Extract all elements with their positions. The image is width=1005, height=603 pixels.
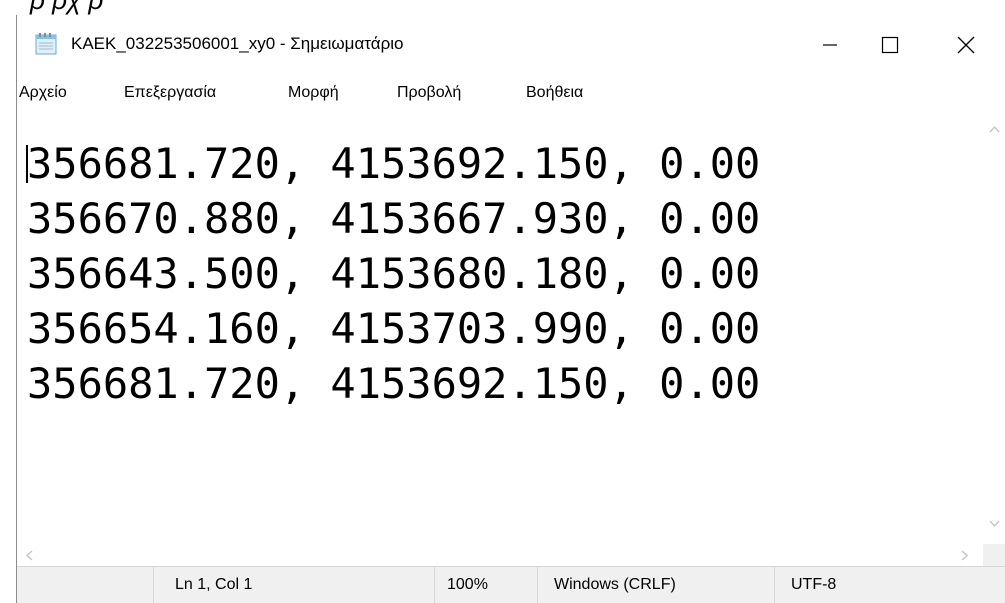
status-line-ending: Windows (CRLF)	[554, 576, 676, 593]
status-cursor-position: Ln 1, Col 1	[175, 576, 253, 593]
notepad-icon	[35, 33, 57, 55]
scroll-right-arrow-icon[interactable]	[961, 550, 969, 561]
vertical-scrollbar[interactable]	[983, 111, 1005, 544]
editor-line: 356681.720, 4153692.150, 0.00	[27, 359, 761, 408]
status-divider	[153, 567, 154, 603]
menu-help[interactable]: Βοήθεια	[526, 84, 583, 102]
horizontal-scrollbar[interactable]	[17, 544, 983, 566]
scroll-down-arrow-icon[interactable]	[989, 520, 1000, 528]
notepad-window: KAEK_032253506001_xy0 - Σημειωματάριο Αρ…	[16, 15, 1005, 603]
maximize-button[interactable]	[851, 15, 929, 75]
scroll-left-arrow-icon[interactable]	[25, 550, 33, 561]
editor-line: 356654.160, 4153703.990, 0.00	[27, 304, 761, 353]
menu-file[interactable]: Αρχείο	[19, 84, 67, 102]
close-button[interactable]	[927, 15, 1005, 75]
background-page-text: ρ ρχ ρ	[30, 0, 104, 15]
menu-bar: Αρχείο Επεξεργασία Μορφή Προβολή Βοήθεια	[17, 75, 1005, 111]
editor-line: 356681.720, 4153692.150, 0.00	[27, 139, 761, 188]
editor-line: 356643.500, 4153680.180, 0.00	[27, 249, 761, 298]
text-editor-area[interactable]: 356681.720, 4153692.150, 0.00 356670.880…	[17, 111, 983, 544]
status-zoom: 100%	[447, 576, 488, 593]
status-encoding: UTF-8	[791, 576, 837, 593]
menu-view[interactable]: Προβολή	[397, 84, 461, 102]
scroll-up-arrow-icon[interactable]	[989, 125, 1000, 133]
menu-edit[interactable]: Επεξεργασία	[124, 84, 216, 102]
status-divider	[434, 567, 435, 603]
maximize-icon	[881, 36, 899, 54]
close-icon	[957, 36, 975, 54]
minimize-icon	[823, 44, 837, 46]
status-divider	[537, 567, 538, 603]
status-divider	[774, 567, 775, 603]
editor-line: 356670.880, 4153667.930, 0.00	[27, 194, 761, 243]
menu-format[interactable]: Μορφή	[288, 84, 339, 102]
status-bar: Ln 1, Col 1 100% Windows (CRLF) UTF-8	[17, 566, 1005, 603]
title-bar[interactable]: KAEK_032253506001_xy0 - Σημειωματάριο	[17, 15, 1005, 75]
background-page-strip: ρ ρχ ρ	[0, 0, 1005, 16]
scrollbar-corner	[983, 544, 1005, 566]
window-title: KAEK_032253506001_xy0 - Σημειωματάριο	[71, 34, 404, 53]
